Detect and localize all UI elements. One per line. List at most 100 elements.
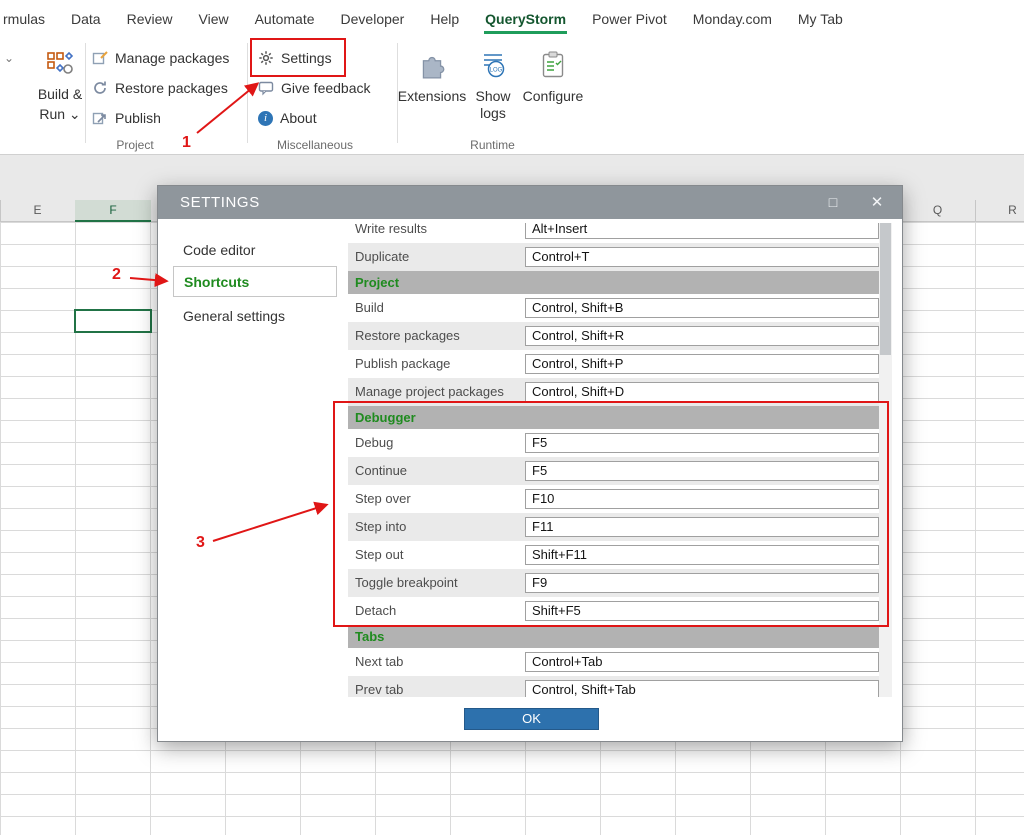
shortcut-value-input[interactable]: Shift+F5 (525, 601, 879, 621)
build-run-label-line2: Run ⌄ (39, 106, 81, 122)
give-feedback-button[interactable]: Give feedback (258, 75, 371, 101)
shortcut-row: Duplicate Control+T (348, 243, 879, 271)
group-divider (247, 43, 248, 143)
settings-nav: Code editor Shortcuts General settings (158, 219, 348, 741)
shortcut-label: Build (355, 300, 384, 315)
extensions-button[interactable]: Extensions (398, 50, 466, 105)
shortcut-value-input[interactable]: F9 (525, 573, 879, 593)
shortcut-row: Prev tab Control, Shift+Tab (348, 676, 879, 697)
collapsed-group-chevron-icon[interactable]: ⌄ (4, 51, 14, 65)
selected-cell[interactable] (74, 309, 152, 333)
settings-dialog: SETTINGS □ ✕ Code editor Shortcuts Gener… (157, 185, 903, 742)
configure-label: Configure (522, 88, 584, 104)
shortcut-row: Write results Alt+Insert (348, 223, 879, 243)
shortcut-row: Build Control, Shift+B (348, 294, 879, 322)
shortcut-row: Step over F10 (348, 485, 879, 513)
shortcut-label: Next tab (355, 654, 404, 669)
puzzle-icon (417, 50, 447, 85)
menu-tab-review[interactable]: Review (114, 0, 186, 37)
column-header-r[interactable]: R (975, 200, 1024, 222)
column-header-q[interactable]: Q (900, 200, 975, 222)
feedback-bubble-icon (258, 80, 274, 96)
clipboard-icon (538, 50, 568, 85)
shortcut-row: Continue F5 (348, 457, 879, 485)
shortcut-label: Step over (355, 491, 411, 506)
shortcut-row: Toggle breakpoint F9 (348, 569, 879, 597)
menu-tab-developer[interactable]: Developer (328, 0, 418, 37)
menu-tab-my-tab[interactable]: My Tab (785, 0, 856, 37)
give-feedback-label: Give feedback (281, 80, 371, 96)
ok-button[interactable]: OK (464, 708, 599, 730)
shortcut-label: Step out (355, 547, 404, 562)
menu-tab-formulas[interactable]: rmulas (0, 0, 58, 37)
nav-item-general-settings[interactable]: General settings (173, 301, 337, 332)
gear-icon (258, 50, 274, 66)
shortcut-section-header: Debugger (348, 406, 879, 429)
shortcut-label: Debug (355, 435, 394, 450)
restore-packages-label: Restore packages (115, 80, 228, 96)
shortcut-section-header: Tabs (348, 625, 879, 648)
shortcut-value-input[interactable]: F5 (525, 433, 879, 453)
restore-packages-icon (92, 80, 108, 96)
configure-button[interactable]: Configure (521, 50, 585, 105)
shortcut-value-input[interactable]: Control, Shift+Tab (525, 680, 879, 697)
group-caption-project: Project (116, 138, 154, 152)
close-icon[interactable]: ✕ (856, 186, 898, 219)
build-run-icon (46, 50, 74, 83)
shortcut-value-input[interactable]: F10 (525, 489, 879, 509)
nav-item-code-editor[interactable]: Code editor (173, 235, 337, 266)
maximize-icon[interactable]: □ (812, 186, 854, 219)
svg-text:LOG: LOG (490, 68, 503, 74)
info-icon: i (258, 110, 273, 126)
manage-packages-label: Manage packages (115, 50, 230, 66)
ribbon-tab-bar: rmulas Data Review View Automate Develop… (0, 0, 1024, 37)
shortcut-list: Write results Alt+Insert Duplicate Control+… (348, 223, 879, 697)
shortcut-row: Publish package Control, Shift+P (348, 350, 879, 378)
nav-item-shortcuts[interactable]: Shortcuts (173, 266, 337, 297)
app-root: rmulas Data Review View Automate Develop… (0, 0, 1024, 835)
scrollbar-thumb[interactable] (880, 223, 891, 355)
about-button[interactable]: i About (258, 105, 317, 131)
shortcut-label: Prev tab (355, 682, 404, 697)
menu-tab-help[interactable]: Help (417, 0, 472, 37)
menu-tab-automate[interactable]: Automate (242, 0, 328, 37)
shortcut-value-input[interactable]: F11 (525, 517, 879, 537)
shortcut-label: Restore packages (355, 328, 460, 343)
manage-packages-icon (92, 50, 108, 66)
shortcut-value-input[interactable]: Control+Tab (525, 652, 879, 672)
shortcut-row: Debug F5 (348, 429, 879, 457)
shortcut-value-input[interactable]: Shift+F11 (525, 545, 879, 565)
column-header-f[interactable]: F (75, 200, 151, 222)
menu-tab-mondaycom[interactable]: Monday.com (680, 0, 785, 37)
shortcut-value-input[interactable]: Control, Shift+B (525, 298, 879, 318)
shortcut-section-header: Project (348, 271, 879, 294)
column-header-e[interactable]: E (0, 200, 75, 222)
dialog-title: SETTINGS (180, 194, 260, 211)
shortcut-value-input[interactable]: Control, Shift+P (525, 354, 879, 374)
shortcut-label: Toggle breakpoint (355, 575, 458, 590)
scrollbar-track[interactable] (879, 223, 892, 697)
menu-tab-view[interactable]: View (186, 0, 242, 37)
group-divider (85, 43, 86, 143)
restore-packages-button[interactable]: Restore packages (92, 75, 228, 101)
shortcut-value-input[interactable]: Control, Shift+R (525, 326, 879, 346)
menu-tab-power-pivot[interactable]: Power Pivot (579, 0, 680, 37)
publish-button[interactable]: Publish (92, 105, 161, 131)
shortcut-label: Manage project packages (355, 384, 504, 399)
manage-packages-button[interactable]: Manage packages (92, 45, 229, 71)
shortcut-value-input[interactable]: Alt+Insert (525, 223, 879, 239)
publish-label: Publish (115, 110, 161, 126)
shortcut-row: Restore packages Control, Shift+R (348, 322, 879, 350)
shortcut-value-input[interactable]: Control+T (525, 247, 879, 267)
shortcut-label: Write results (355, 223, 427, 236)
menu-tab-data[interactable]: Data (58, 0, 114, 37)
shortcut-value-input[interactable]: Control, Shift+D (525, 382, 879, 402)
show-logs-button[interactable]: LOG Show logs (468, 50, 518, 122)
build-and-run-button[interactable]: Build & Run ⌄ (34, 50, 86, 123)
extensions-label: Extensions (397, 88, 467, 104)
menu-tab-querystorm[interactable]: QueryStorm (472, 0, 579, 37)
settings-button[interactable]: Settings (258, 45, 332, 71)
shortcut-value-input[interactable]: F5 (525, 461, 879, 481)
dialog-titlebar[interactable]: SETTINGS (158, 186, 902, 219)
shortcut-row: Step into F11 (348, 513, 879, 541)
